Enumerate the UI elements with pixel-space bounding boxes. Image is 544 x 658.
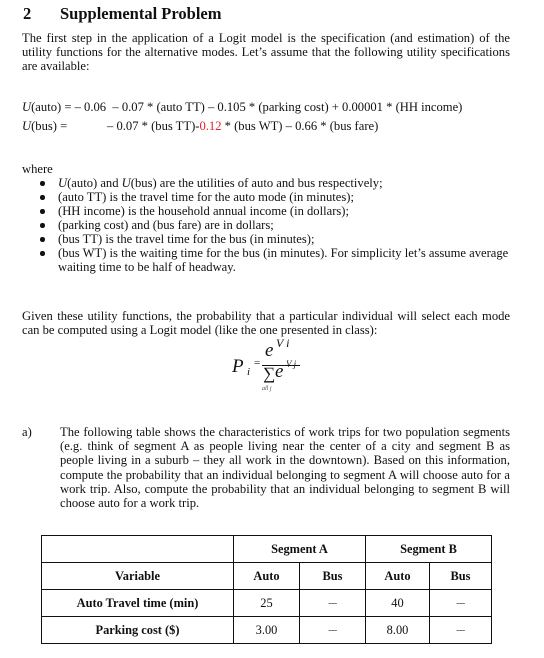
cell-value: --- [299,589,366,617]
eq-bus-equals: = [57,119,68,133]
logit-intro-paragraph: Given these utility functions, the proba… [22,309,510,338]
section-heading: 2 Supplemental Problem [23,4,222,24]
definition-item: (bus WT) is the waiting time for the bus… [40,246,510,274]
def-text: (HH income) is the household annual inco… [58,204,349,218]
utility-equation-bus: U(bus) = – 0.07 * (bus TT)-0.12 * (bus W… [22,119,378,133]
col-header-a-auto: Auto [233,562,300,590]
cell-value: --- [429,616,492,644]
eq-bus-fn: U [22,119,32,133]
col-header-a-bus: Bus [299,562,366,590]
table-row: Auto Travel time (min) 25 --- 40 --- [41,589,492,617]
cell-value: 40 [365,589,430,617]
cell-value: 3.00 [233,616,300,644]
col-header-b-bus: Bus [429,562,492,590]
logit-formula: P i = e V i ∑ e V j all j [232,336,312,400]
eq-bus-rhs-part2: * (bus WT) – 0.66 * (bus fare) [221,119,379,133]
bullet-icon [40,195,45,200]
eq-auto-fn: U [22,100,32,114]
definition-item: (parking cost) and (bus fare) are in dol… [40,218,510,232]
formula-p-subscript: i [247,366,251,378]
formula-denominator: e [275,361,284,382]
bullet-icon [40,251,45,256]
bullet-icon [40,223,45,228]
bullet-icon [40,209,45,214]
utility-equation-auto: U(auto) = – 0.06 – 0.07 * (auto TT) – 0.… [22,100,462,114]
formula-denominator-exponent: V j [286,359,297,369]
eq-auto-arg: (auto) [31,100,62,114]
def-text-b: (bus) are the utilities of auto and bus … [130,176,383,190]
def-text-a: (auto) and [67,176,122,190]
trip-characteristics-table: Segment A Segment B Variable Auto Bus Au… [41,535,492,644]
row-label: Parking cost ($) [41,616,234,644]
section-title: Supplemental Problem [60,4,222,23]
cell-value: --- [299,616,366,644]
table-header-row: Variable Auto Bus Auto Bus [41,562,492,590]
intro-paragraph: The first step in the application of a L… [22,31,510,74]
formula-numerator-exponent: V i [276,336,290,350]
formula-numerator: e [265,340,274,361]
eq-auto-equals: = [61,100,75,114]
formula-sigma: ∑ [263,364,276,383]
where-label: where [22,162,53,176]
definition-item: (bus TT) is the travel time for the bus … [40,232,510,246]
def-text: (bus TT) is the travel time for the bus … [58,232,315,246]
part-a-label: a) [22,425,32,439]
def-text: (parking cost) and (bus fare) are in dol… [58,218,274,232]
formula-equals: = [254,357,261,369]
row-label: Auto Travel time (min) [41,589,234,617]
definition-item: (auto TT) is the travel time for the aut… [40,190,510,204]
eq-bus-highlighted-coefficient: 0.12 [199,119,222,133]
formula-p: P [232,356,244,377]
cell-value: 8.00 [365,616,430,644]
cell-value: 25 [233,589,300,617]
part-a-text: The following table shows the characteri… [60,425,510,511]
def-text: (auto TT) is the travel time for the aut… [58,190,354,204]
table-segment-header-row: Segment A Segment B [41,535,492,563]
bullet-icon [40,181,45,186]
eq-auto-lhs: U(auto) = [22,100,75,114]
definition-list: U(auto) and U(bus) are the utilities of … [40,176,510,274]
col-header-b-auto: Auto [365,562,430,590]
formula-sum-range: all j [262,386,272,392]
def-u-fn-2: U [121,176,131,190]
section-number: 2 [23,4,32,23]
segment-b-header: Segment B [365,535,492,563]
bullet-icon [40,237,45,242]
table-row: Parking cost ($) 3.00 --- 8.00 --- [41,616,492,644]
eq-bus-lhs: U(bus) = [22,119,107,133]
table-empty-corner [41,535,234,563]
definition-item: U(auto) and U(bus) are the utilities of … [40,176,510,190]
eq-bus-arg: (bus) [31,119,57,133]
def-text: (bus WT) is the waiting time for the bus… [58,246,509,274]
def-u-fn: U [58,176,68,190]
cell-value: --- [429,589,492,617]
eq-bus-rhs-part1: – 0.07 * (bus TT)- [107,119,200,133]
eq-auto-rhs: – 0.06 – 0.07 * (auto TT) – 0.105 * (par… [74,100,463,114]
segment-a-header: Segment A [233,535,366,563]
definition-item: (HH income) is the household annual inco… [40,204,510,218]
col-header-variable: Variable [41,562,234,590]
